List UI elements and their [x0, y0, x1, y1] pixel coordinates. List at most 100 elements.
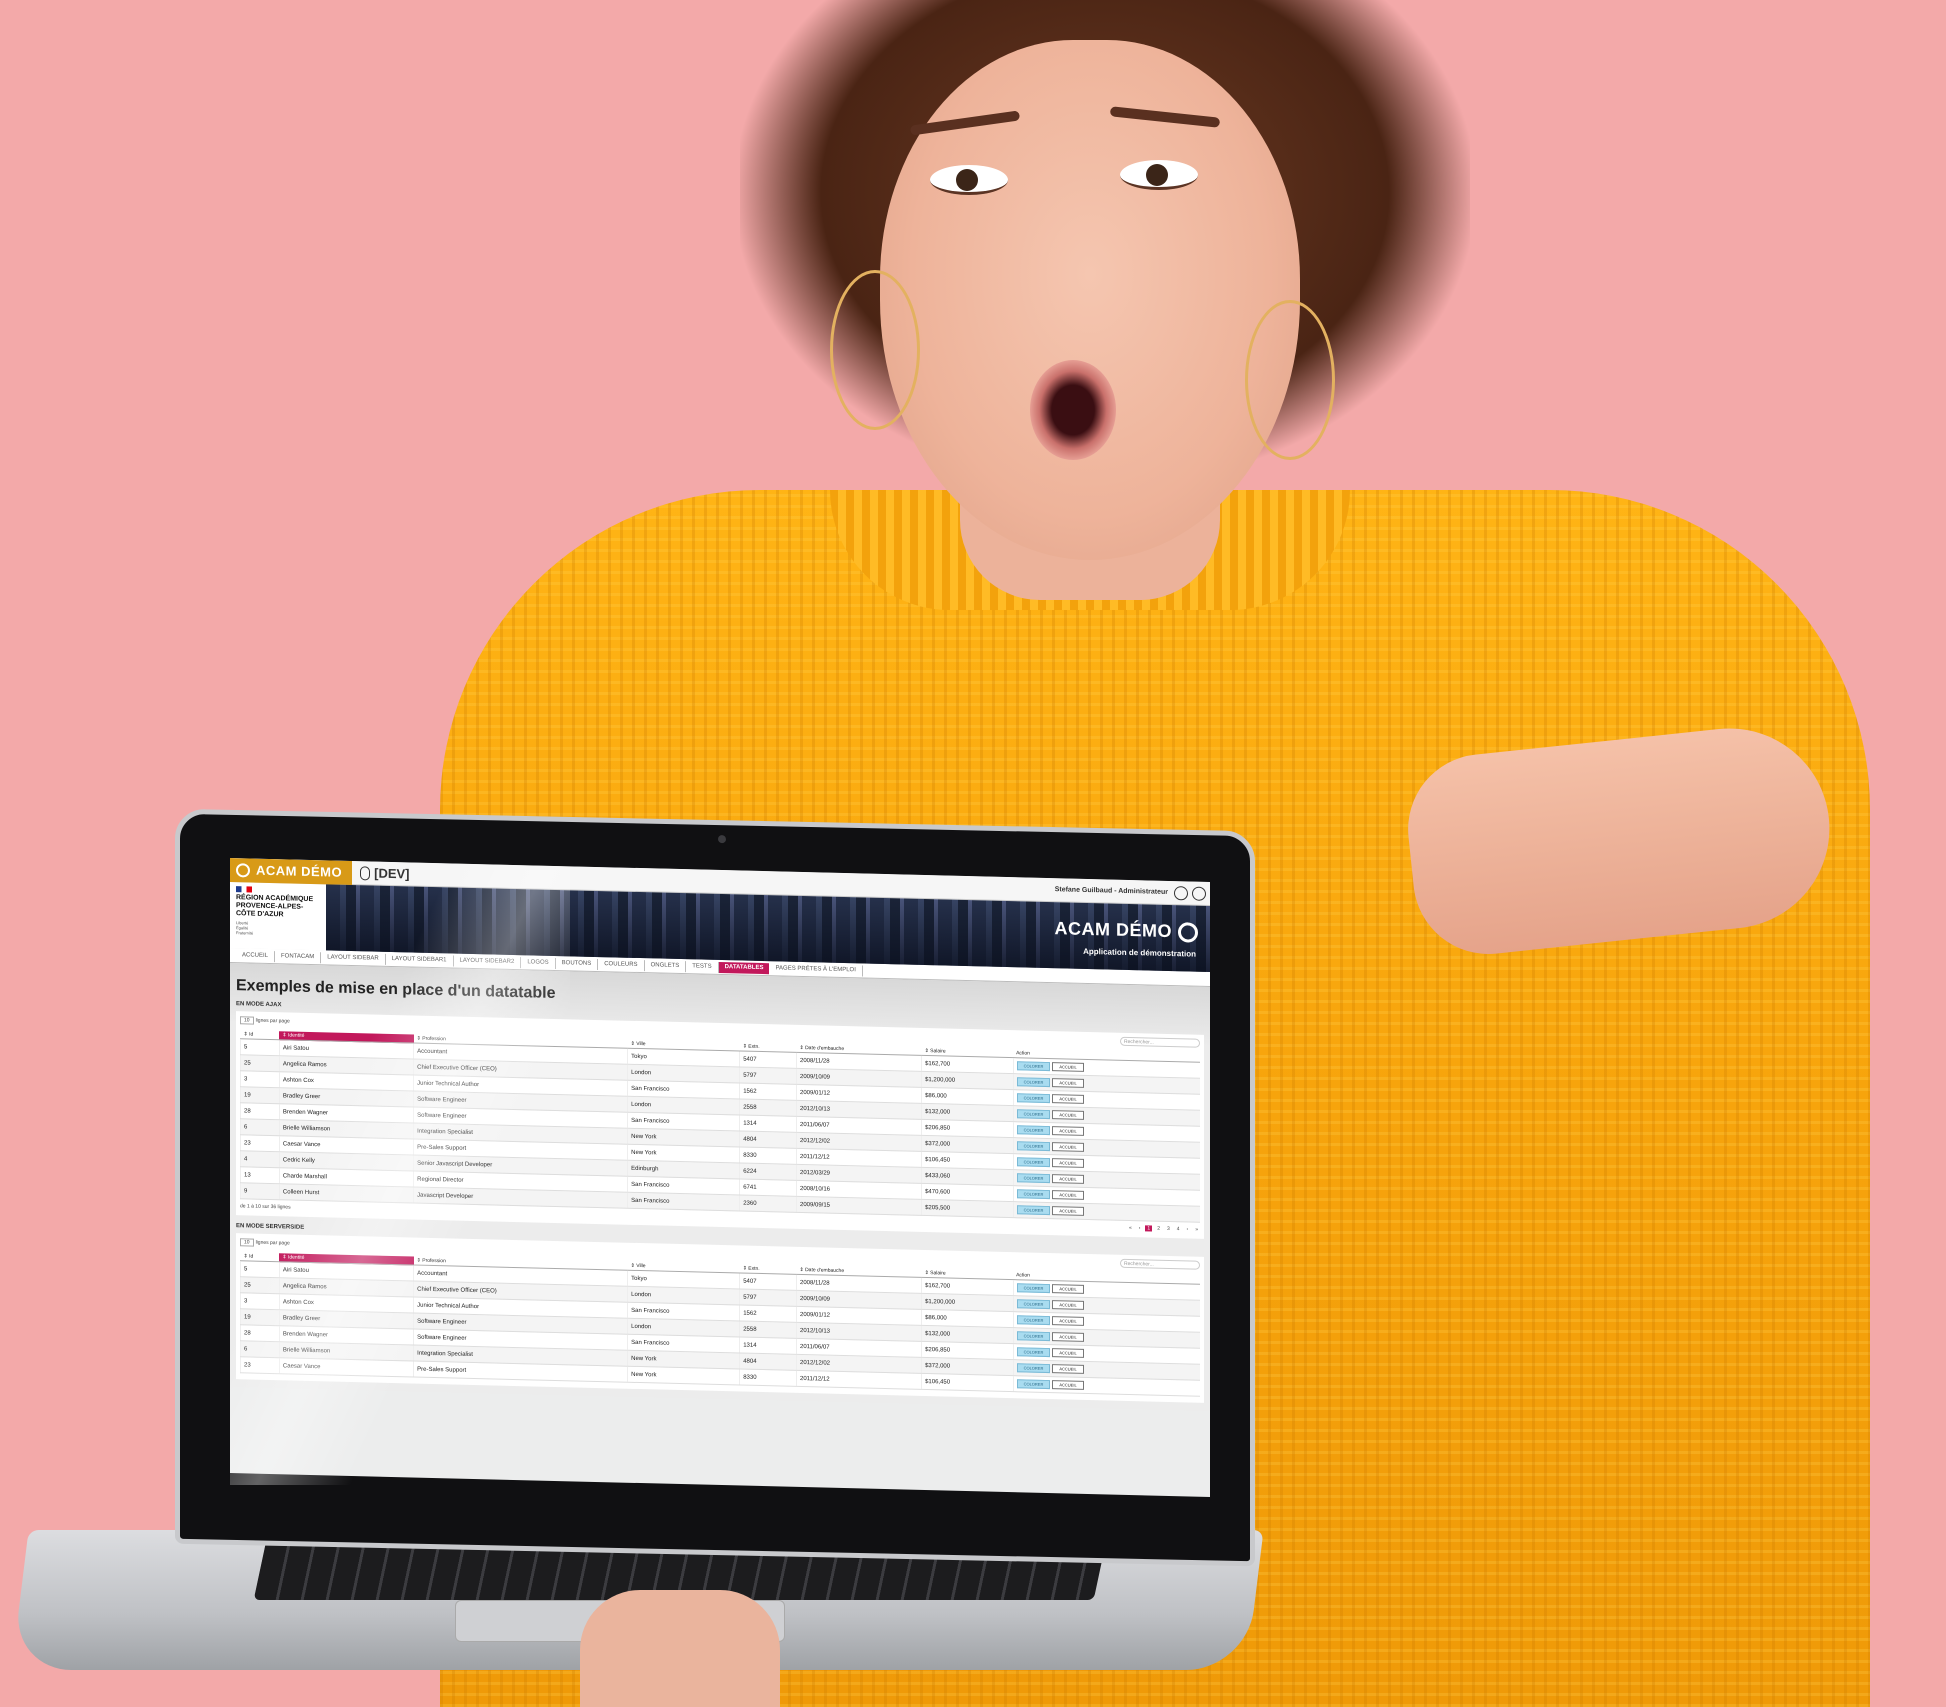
page-link-4[interactable]: 3: [1165, 1226, 1172, 1232]
nav-item-layout-sidebar1[interactable]: LAYOUT SIDEBAR1: [385, 953, 454, 966]
colorer-button[interactable]: COLORER: [1016, 1331, 1051, 1342]
motto-line-3: Fraternité: [236, 930, 254, 936]
datatable-ajax: 10 lignes par page Rechercher... ⇕ Id ⇕ I…: [236, 1011, 1204, 1239]
accueil-button[interactable]: ACCUEIL: [1052, 1284, 1084, 1294]
banner-subtitle: Application de démonstration: [1083, 946, 1196, 959]
accueil-button[interactable]: ACCUEIL: [1052, 1190, 1084, 1200]
colorer-button[interactable]: COLORER: [1016, 1315, 1051, 1326]
colorer-button[interactable]: COLORER: [1016, 1157, 1051, 1168]
page-link-0[interactable]: «: [1127, 1225, 1134, 1231]
table-body: 5 Airi Satou Accountant Tokyo 5407 2008/11/28…: [240, 1038, 1200, 1223]
page-link-5[interactable]: 4: [1175, 1226, 1182, 1232]
page-link-7[interactable]: »: [1193, 1227, 1200, 1233]
page-link-2[interactable]: 1: [1145, 1225, 1153, 1232]
accueil-button[interactable]: ACCUEIL: [1052, 1094, 1084, 1104]
nav-item-onglets[interactable]: ONGLETS: [644, 959, 687, 972]
table-cell: 13: [240, 1166, 280, 1184]
table-cell: 2558: [739, 1320, 797, 1339]
accueil-button[interactable]: ACCUEIL: [1052, 1348, 1084, 1358]
page-size-label: lignes par page: [255, 1017, 290, 1024]
table-cell: 5407: [739, 1272, 797, 1291]
table-cell: 28: [240, 1324, 280, 1342]
accueil-button[interactable]: ACCUEIL: [1052, 1142, 1084, 1152]
nav-item-boutons[interactable]: BOUTONS: [555, 957, 599, 970]
table-cell: San Francisco: [627, 1192, 740, 1211]
environment-icon: [360, 865, 371, 880]
page-size-select[interactable]: 10: [240, 1237, 254, 1247]
nav-item-datatables[interactable]: DATATABLES: [718, 961, 770, 974]
nav-item-pages-pr-tes-l-emploi[interactable]: PAGES PRÊTES À L'EMPLOI: [769, 962, 863, 976]
environment-label: [DEV]: [374, 865, 410, 882]
right-eye: [1120, 160, 1198, 190]
nav-item-layout-sidebar[interactable]: LAYOUT SIDEBAR: [321, 951, 386, 965]
colorer-button[interactable]: COLORER: [1016, 1173, 1051, 1184]
accueil-button[interactable]: ACCUEIL: [1052, 1300, 1084, 1310]
table-body: 5 Airi Satou Accountant Tokyo 5407 2008/11/28…: [240, 1260, 1200, 1397]
nav-item-couleurs[interactable]: COULEURS: [598, 958, 645, 971]
nav-item-layout-sidebar2[interactable]: LAYOUT SIDEBAR2: [453, 954, 522, 968]
page-link-6[interactable]: ›: [1185, 1226, 1191, 1232]
accueil-button[interactable]: ACCUEIL: [1052, 1316, 1084, 1326]
table-cell: $106,450: [921, 1373, 1014, 1392]
table-cell: 6224: [739, 1162, 797, 1181]
nav-item-fontacam[interactable]: FONTACAM: [275, 950, 322, 963]
table-cell: 3: [240, 1070, 280, 1088]
holding-hand: [580, 1590, 780, 1707]
accueil-button[interactable]: ACCUEIL: [1052, 1206, 1084, 1216]
colorer-button[interactable]: COLORER: [1016, 1189, 1051, 1200]
banner-title-text: ACAM DÉMO: [1054, 918, 1173, 942]
region-logo[interactable]: RÉGION ACADÉMIQUE PROVENCE-ALPES- CÔTE D…: [230, 882, 326, 950]
table-cell: 2360: [739, 1194, 797, 1213]
nav-item-accueil[interactable]: ACCUEIL: [236, 949, 276, 962]
environment-indicator: [DEV]: [360, 865, 410, 882]
accueil-button[interactable]: ACCUEIL: [1052, 1062, 1084, 1072]
colorer-button[interactable]: COLORER: [1016, 1125, 1051, 1136]
page-size-label: lignes par page: [255, 1239, 290, 1246]
table-cell: 4804: [739, 1130, 797, 1149]
colorer-button[interactable]: COLORER: [1016, 1141, 1051, 1152]
globe-icon[interactable]: [1192, 886, 1206, 901]
accueil-button[interactable]: ACCUEIL: [1052, 1078, 1084, 1088]
accueil-button[interactable]: ACCUEIL: [1052, 1380, 1084, 1390]
table-cell: 23: [240, 1134, 280, 1152]
table-cell: 19: [240, 1086, 280, 1104]
colorer-button[interactable]: COLORER: [1016, 1347, 1051, 1358]
colorer-button[interactable]: COLORER: [1016, 1363, 1051, 1374]
colorer-button[interactable]: COLORER: [1016, 1205, 1051, 1216]
page-link-1[interactable]: ‹: [1137, 1225, 1143, 1231]
accueil-button[interactable]: ACCUEIL: [1052, 1364, 1084, 1374]
banner-title: ACAM DÉMO: [1054, 918, 1198, 943]
accueil-button[interactable]: ACCUEIL: [1052, 1110, 1084, 1120]
accueil-button[interactable]: ACCUEIL: [1052, 1174, 1084, 1184]
colorer-button[interactable]: COLORER: [1016, 1109, 1051, 1120]
accueil-button[interactable]: ACCUEIL: [1052, 1158, 1084, 1168]
table-cell: 1314: [739, 1114, 797, 1133]
nav-item-logos[interactable]: LOGOS: [521, 956, 556, 969]
table-cell: 25: [240, 1054, 280, 1072]
search-input[interactable]: Rechercher...: [1120, 1258, 1200, 1270]
action-cell: COLORER ACCUEIL: [1013, 1201, 1200, 1223]
colorer-button[interactable]: COLORER: [1016, 1077, 1051, 1088]
colorer-button[interactable]: COLORER: [1016, 1061, 1051, 1072]
data-table: ⇕ Id ⇕ Identité ⇕ Profession ⇕ Ville ⇕ Extn.…: [240, 1252, 1200, 1397]
table-cell: $205,500: [921, 1199, 1014, 1218]
colorer-button[interactable]: COLORER: [1016, 1379, 1051, 1390]
search-input[interactable]: Rechercher...: [1120, 1036, 1200, 1048]
nav-item-tests[interactable]: TESTS: [686, 960, 719, 973]
colorer-button[interactable]: COLORER: [1016, 1299, 1051, 1310]
page-size-select[interactable]: 10: [240, 1015, 254, 1025]
data-table: ⇕ Id ⇕ Identité ⇕ Profession ⇕ Ville ⇕ Extn.…: [240, 1030, 1200, 1223]
colorer-button[interactable]: COLORER: [1016, 1093, 1051, 1104]
user-profile-icon[interactable]: [1174, 885, 1188, 900]
colorer-button[interactable]: COLORER: [1016, 1283, 1051, 1294]
webcam: [718, 835, 726, 844]
left-earring: [830, 270, 920, 430]
page-link-3[interactable]: 2: [1155, 1226, 1162, 1232]
table-cell: 4804: [739, 1352, 797, 1371]
accueil-button[interactable]: ACCUEIL: [1052, 1332, 1084, 1342]
table-cell: 4: [240, 1150, 280, 1168]
table-cell: 5407: [739, 1050, 797, 1069]
brand-badge[interactable]: ACAM DÉMO: [230, 858, 353, 885]
table-cell: 19: [240, 1308, 280, 1326]
accueil-button[interactable]: ACCUEIL: [1052, 1126, 1084, 1136]
